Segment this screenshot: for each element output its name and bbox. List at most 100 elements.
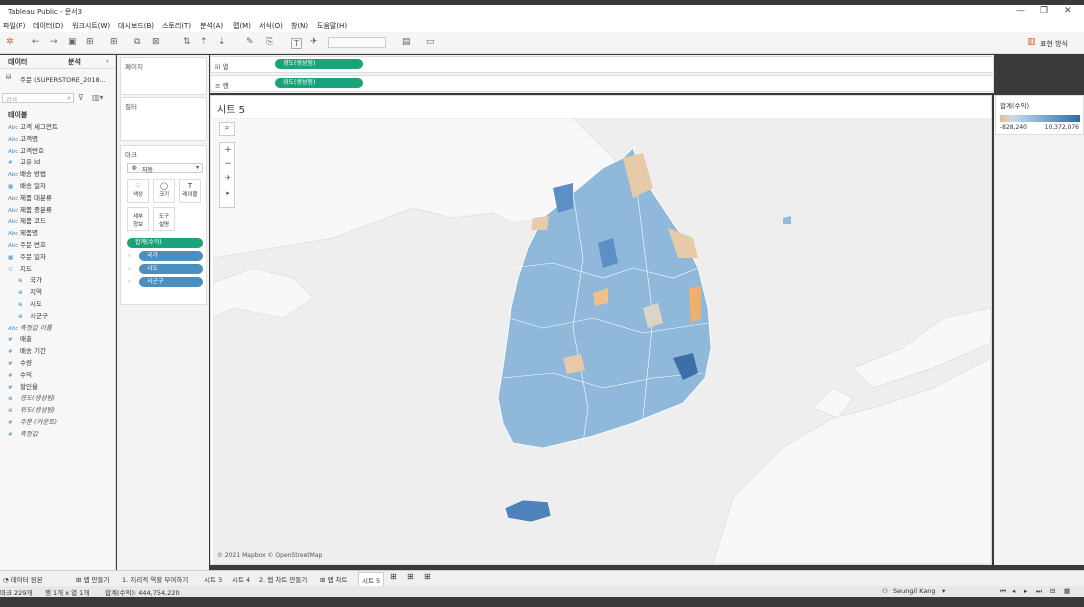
field-item[interactable]: Abc 고객명 bbox=[8, 134, 38, 145]
zoom-out-icon[interactable]: − bbox=[221, 159, 235, 169]
maximize-button[interactable]: ❐ bbox=[1040, 6, 1048, 16]
label-button[interactable]: T 레이블 bbox=[179, 179, 201, 203]
size-button[interactable]: ◯ 크기 bbox=[153, 179, 175, 203]
fit-dropdown[interactable] bbox=[328, 37, 386, 48]
first-page-icon[interactable]: ⏮ bbox=[1000, 587, 1006, 596]
field-item[interactable]: ⊕ 위도(생성됨) bbox=[8, 405, 55, 416]
filters-card[interactable]: 필터 bbox=[120, 97, 207, 141]
color-legend[interactable]: 합계(수익) -828,240 10,372,076 bbox=[995, 95, 1084, 135]
sort-desc-icon[interactable]: ⇣ bbox=[218, 37, 226, 47]
search-input[interactable]: 검색 ⌕ bbox=[2, 93, 74, 104]
field-item[interactable]: # 수익 bbox=[8, 370, 32, 381]
new-worksheet-icon[interactable]: ⊞ bbox=[390, 572, 397, 581]
field-item[interactable]: Abc 주문 번호 bbox=[8, 240, 46, 251]
field-item[interactable]: ⊕ 시도 bbox=[18, 299, 42, 310]
prev-page-icon[interactable]: ◂ bbox=[1012, 587, 1015, 595]
clear-icon[interactable]: ⊠ bbox=[152, 37, 160, 47]
tab-sheet[interactable]: 시트 3 bbox=[204, 574, 222, 584]
field-item[interactable]: ▦ 주문 일자 bbox=[8, 252, 46, 263]
datasource-name[interactable]: 주문 (SUPERSTORE_2018... bbox=[20, 74, 106, 84]
new-dashboard-icon[interactable]: ⊞ bbox=[407, 572, 414, 581]
field-item[interactable]: ⚇ 지도 bbox=[8, 264, 32, 275]
menu-file[interactable]: 파일(F) bbox=[3, 21, 25, 31]
pin-icon[interactable]: ✈ bbox=[310, 37, 318, 47]
field-item[interactable]: # 할인율 bbox=[8, 382, 38, 393]
menu-worksheet[interactable]: 워크시트(W) bbox=[72, 21, 110, 31]
menu-data[interactable]: 데이터(D) bbox=[33, 21, 63, 31]
columns-shelf[interactable]: iii 열 경도(생성됨) bbox=[210, 56, 994, 73]
field-item[interactable]: Abc 배송 방법 bbox=[8, 169, 46, 180]
menu-window[interactable]: 창(N) bbox=[291, 21, 308, 31]
status-user[interactable]: Seungil Kang bbox=[893, 587, 936, 595]
field-item[interactable]: Abc 제품명 bbox=[8, 228, 38, 239]
duplicate-icon[interactable]: ⧉ bbox=[134, 37, 140, 47]
pill-latitude[interactable]: 위도(생성됨) bbox=[275, 78, 363, 88]
sheet-sorter-icon[interactable]: ⊟ bbox=[1050, 587, 1055, 595]
pin-icon[interactable]: ✈ bbox=[221, 174, 235, 182]
menu-format[interactable]: 서식(O) bbox=[259, 21, 283, 31]
tableau-logo-icon[interactable]: ✲ bbox=[6, 37, 14, 47]
view-options-icon[interactable]: ▥▾ bbox=[92, 93, 104, 102]
new-sheet-icon[interactable]: ⊞ bbox=[110, 37, 118, 47]
show-me-button[interactable]: 표현 방식 bbox=[1040, 39, 1068, 49]
field-item[interactable]: ▦ 배송 일자 bbox=[8, 181, 46, 192]
field-item[interactable]: Abc 제품 코드 bbox=[8, 216, 46, 227]
filter-icon[interactable]: ⊽ bbox=[78, 93, 84, 102]
pill-district[interactable]: 시군구 bbox=[139, 277, 203, 287]
map-search-icon[interactable]: ⌕ bbox=[219, 122, 235, 136]
menu-help[interactable]: 도움말(H) bbox=[317, 21, 347, 31]
tab-sheet[interactable]: 2. 맵 차트 만들기 bbox=[259, 574, 307, 584]
menu-map[interactable]: 맵(M) bbox=[233, 21, 251, 31]
new-datasource-icon[interactable]: ⊞ bbox=[86, 37, 94, 47]
pill-sum-profit[interactable]: 합계(수익) bbox=[127, 238, 203, 248]
new-story-icon[interactable]: ⊞ bbox=[424, 572, 431, 581]
label-icon[interactable]: T bbox=[291, 38, 302, 49]
minimize-button[interactable]: — bbox=[1016, 6, 1025, 16]
save-icon[interactable]: ▣ bbox=[68, 37, 77, 47]
menu-analysis[interactable]: 분석(A) bbox=[200, 21, 223, 31]
tab-analysis[interactable]: 분석 bbox=[68, 57, 81, 67]
last-page-icon[interactable]: ⏭ bbox=[1036, 587, 1042, 596]
show-me-icon[interactable]: ▥ bbox=[1027, 37, 1036, 47]
field-item[interactable]: ⊕ 국가 bbox=[18, 275, 42, 286]
tab-sheet[interactable]: ⊞ 맵 차트 bbox=[320, 574, 348, 584]
sort-asc-icon[interactable]: ⇡ bbox=[200, 37, 208, 47]
field-item[interactable]: Abc 고객 세그먼트 bbox=[8, 122, 58, 133]
field-item[interactable]: Abc 제품 대분류 bbox=[8, 193, 52, 204]
field-item[interactable]: # 주문 (카운트) bbox=[8, 417, 57, 428]
menu-dashboard[interactable]: 대시보드(B) bbox=[118, 21, 154, 31]
filmstrip-icon[interactable]: ▦ bbox=[1064, 587, 1070, 595]
zoom-in-icon[interactable]: + bbox=[221, 145, 235, 155]
field-item[interactable]: Abc 제품 중분류 bbox=[8, 205, 52, 216]
field-item[interactable]: Abc 측정값 이름 bbox=[8, 323, 52, 334]
menu-story[interactable]: 스토리(T) bbox=[162, 21, 191, 31]
next-page-icon[interactable]: ▸ bbox=[1024, 587, 1027, 595]
field-item[interactable]: Abc 고객번호 bbox=[8, 146, 44, 157]
undo-icon[interactable]: ← bbox=[32, 37, 40, 47]
field-item[interactable]: # 매출 bbox=[8, 334, 32, 345]
pill-country[interactable]: 국가 bbox=[139, 251, 203, 261]
detail-button[interactable]: 세부 정보 bbox=[127, 207, 149, 231]
tab-datasource[interactable]: ◔ 데이터 원본 bbox=[3, 574, 43, 584]
tab-sheet[interactable]: 1. 지리적 역할 부여하기 bbox=[122, 574, 188, 584]
mark-type-select[interactable]: ◍ 자동 ▾ bbox=[127, 163, 203, 174]
tab-data[interactable]: 데이터 bbox=[8, 57, 27, 67]
field-item[interactable]: # 고유 Id bbox=[8, 157, 40, 168]
tab-sheet[interactable]: 시트 4 bbox=[232, 574, 250, 584]
user-menu-chevron-icon[interactable]: ▾ bbox=[942, 587, 945, 595]
presentation-icon[interactable]: ▭ bbox=[426, 37, 435, 47]
field-item[interactable]: ⊕ 경도(생성됨) bbox=[8, 393, 55, 404]
field-item[interactable]: ⊕ 시군구 bbox=[18, 311, 48, 322]
field-item[interactable]: ⊕ 지역 bbox=[18, 287, 42, 298]
group-icon[interactable]: ⎘ bbox=[266, 37, 273, 47]
show-cards-icon[interactable]: ▤ bbox=[402, 37, 411, 47]
field-item[interactable]: # 측정값 bbox=[8, 429, 38, 440]
expand-toolbar-icon[interactable]: ▸ bbox=[221, 189, 235, 197]
field-item[interactable]: # 배송 기간 bbox=[8, 346, 46, 357]
pages-card[interactable]: 페이지 bbox=[120, 57, 207, 95]
tab-sheet[interactable]: ⊞ 맵 만들기 bbox=[76, 574, 110, 584]
collapse-icon[interactable]: ‹ bbox=[106, 57, 109, 65]
tooltip-button[interactable]: 도구 설명 bbox=[153, 207, 175, 231]
field-item[interactable]: # 수량 bbox=[8, 358, 32, 369]
swap-icon[interactable]: ⇅ bbox=[183, 37, 191, 47]
